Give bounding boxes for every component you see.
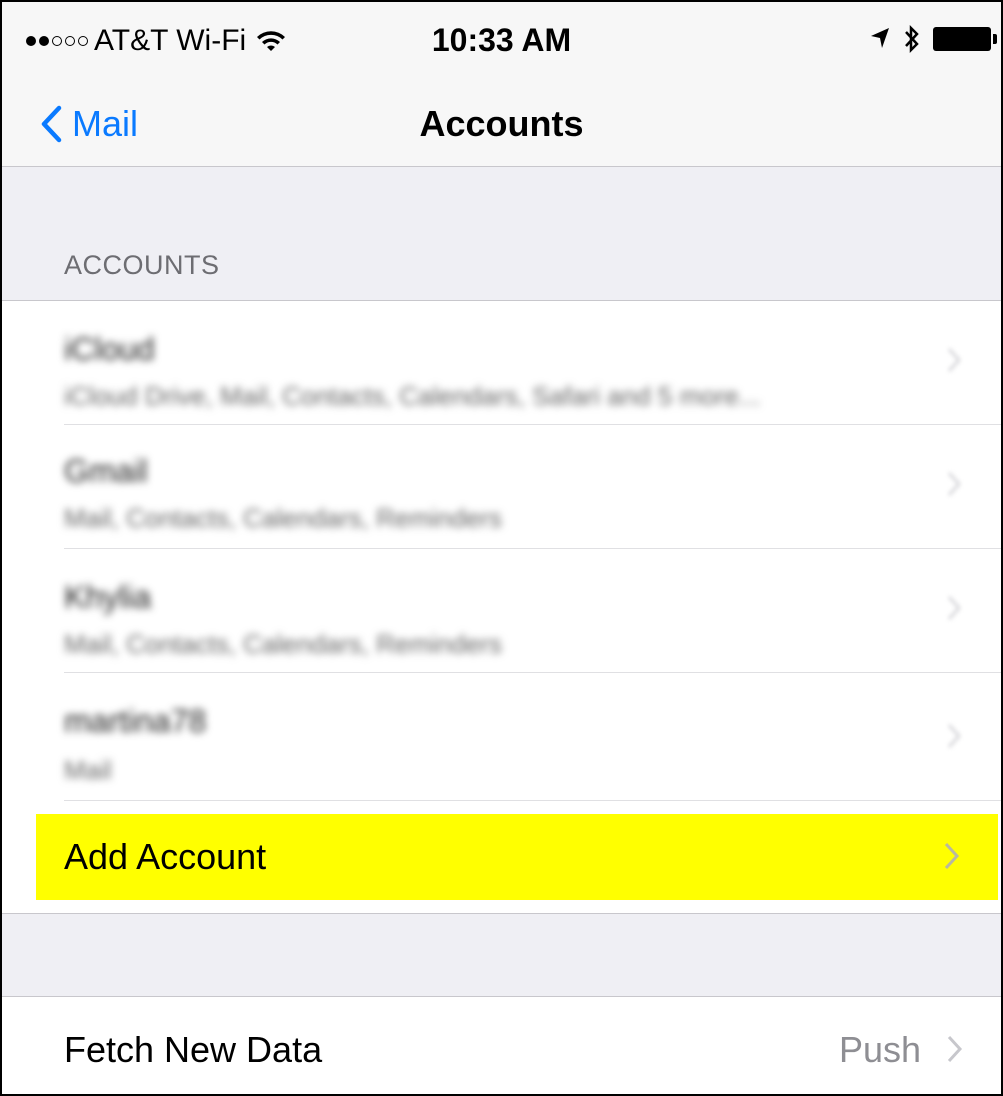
battery-icon (933, 27, 997, 51)
accounts-section-header: ACCOUNTS (64, 250, 220, 280)
account-name: martina78 (64, 703, 207, 739)
chevron-right-icon (947, 1035, 963, 1063)
chevron-right-icon (947, 723, 961, 749)
fetch-new-data-value: Push (838, 1029, 921, 1070)
account-name: iCloud (64, 331, 155, 367)
fetch-new-data-label: Fetch New Data (64, 1029, 323, 1070)
bluetooth-icon (905, 24, 919, 54)
chevron-right-icon (947, 471, 961, 497)
add-account-label: Add Account (64, 836, 267, 877)
navigation-bar: Mail Accounts (2, 82, 1001, 167)
account-row[interactable]: iCloud iCloud Drive, Mail, Contacts, Cal… (2, 301, 1001, 425)
account-services: Mail, Contacts, Calendars, Reminders (64, 503, 502, 533)
status-time: 10:33 AM (431, 22, 572, 58)
account-row[interactable]: Khylia Mail, Contacts, Calendars, Remind… (2, 549, 1001, 673)
status-icons (869, 24, 997, 54)
page-title: Accounts (419, 103, 584, 144)
chevron-right-icon (944, 842, 960, 870)
location-arrow-icon (871, 28, 889, 48)
chevron-right-icon (947, 595, 961, 621)
account-services: iCloud Drive, Mail, Contacts, Calendars,… (64, 381, 761, 411)
status-bar: AT&T Wi-Fi 10:33 AM (2, 2, 1001, 82)
chevron-right-icon (947, 347, 961, 373)
add-account-button[interactable]: Add Account (36, 814, 998, 900)
account-services: Mail, Contacts, Calendars, Reminders (64, 629, 502, 659)
account-row[interactable]: martina78 Mail (2, 673, 1001, 801)
fetch-new-data-row[interactable]: Fetch New Data Push (2, 996, 1001, 1094)
account-name: Gmail (64, 453, 148, 489)
account-row[interactable]: Gmail Mail, Contacts, Calendars, Reminde… (2, 425, 1001, 549)
account-services: Mail (64, 755, 112, 785)
screen-frame: AT&T Wi-Fi 10:33 AM Mail Accounts ACCOUN… (0, 0, 1003, 1096)
account-name: Khylia (64, 579, 152, 615)
